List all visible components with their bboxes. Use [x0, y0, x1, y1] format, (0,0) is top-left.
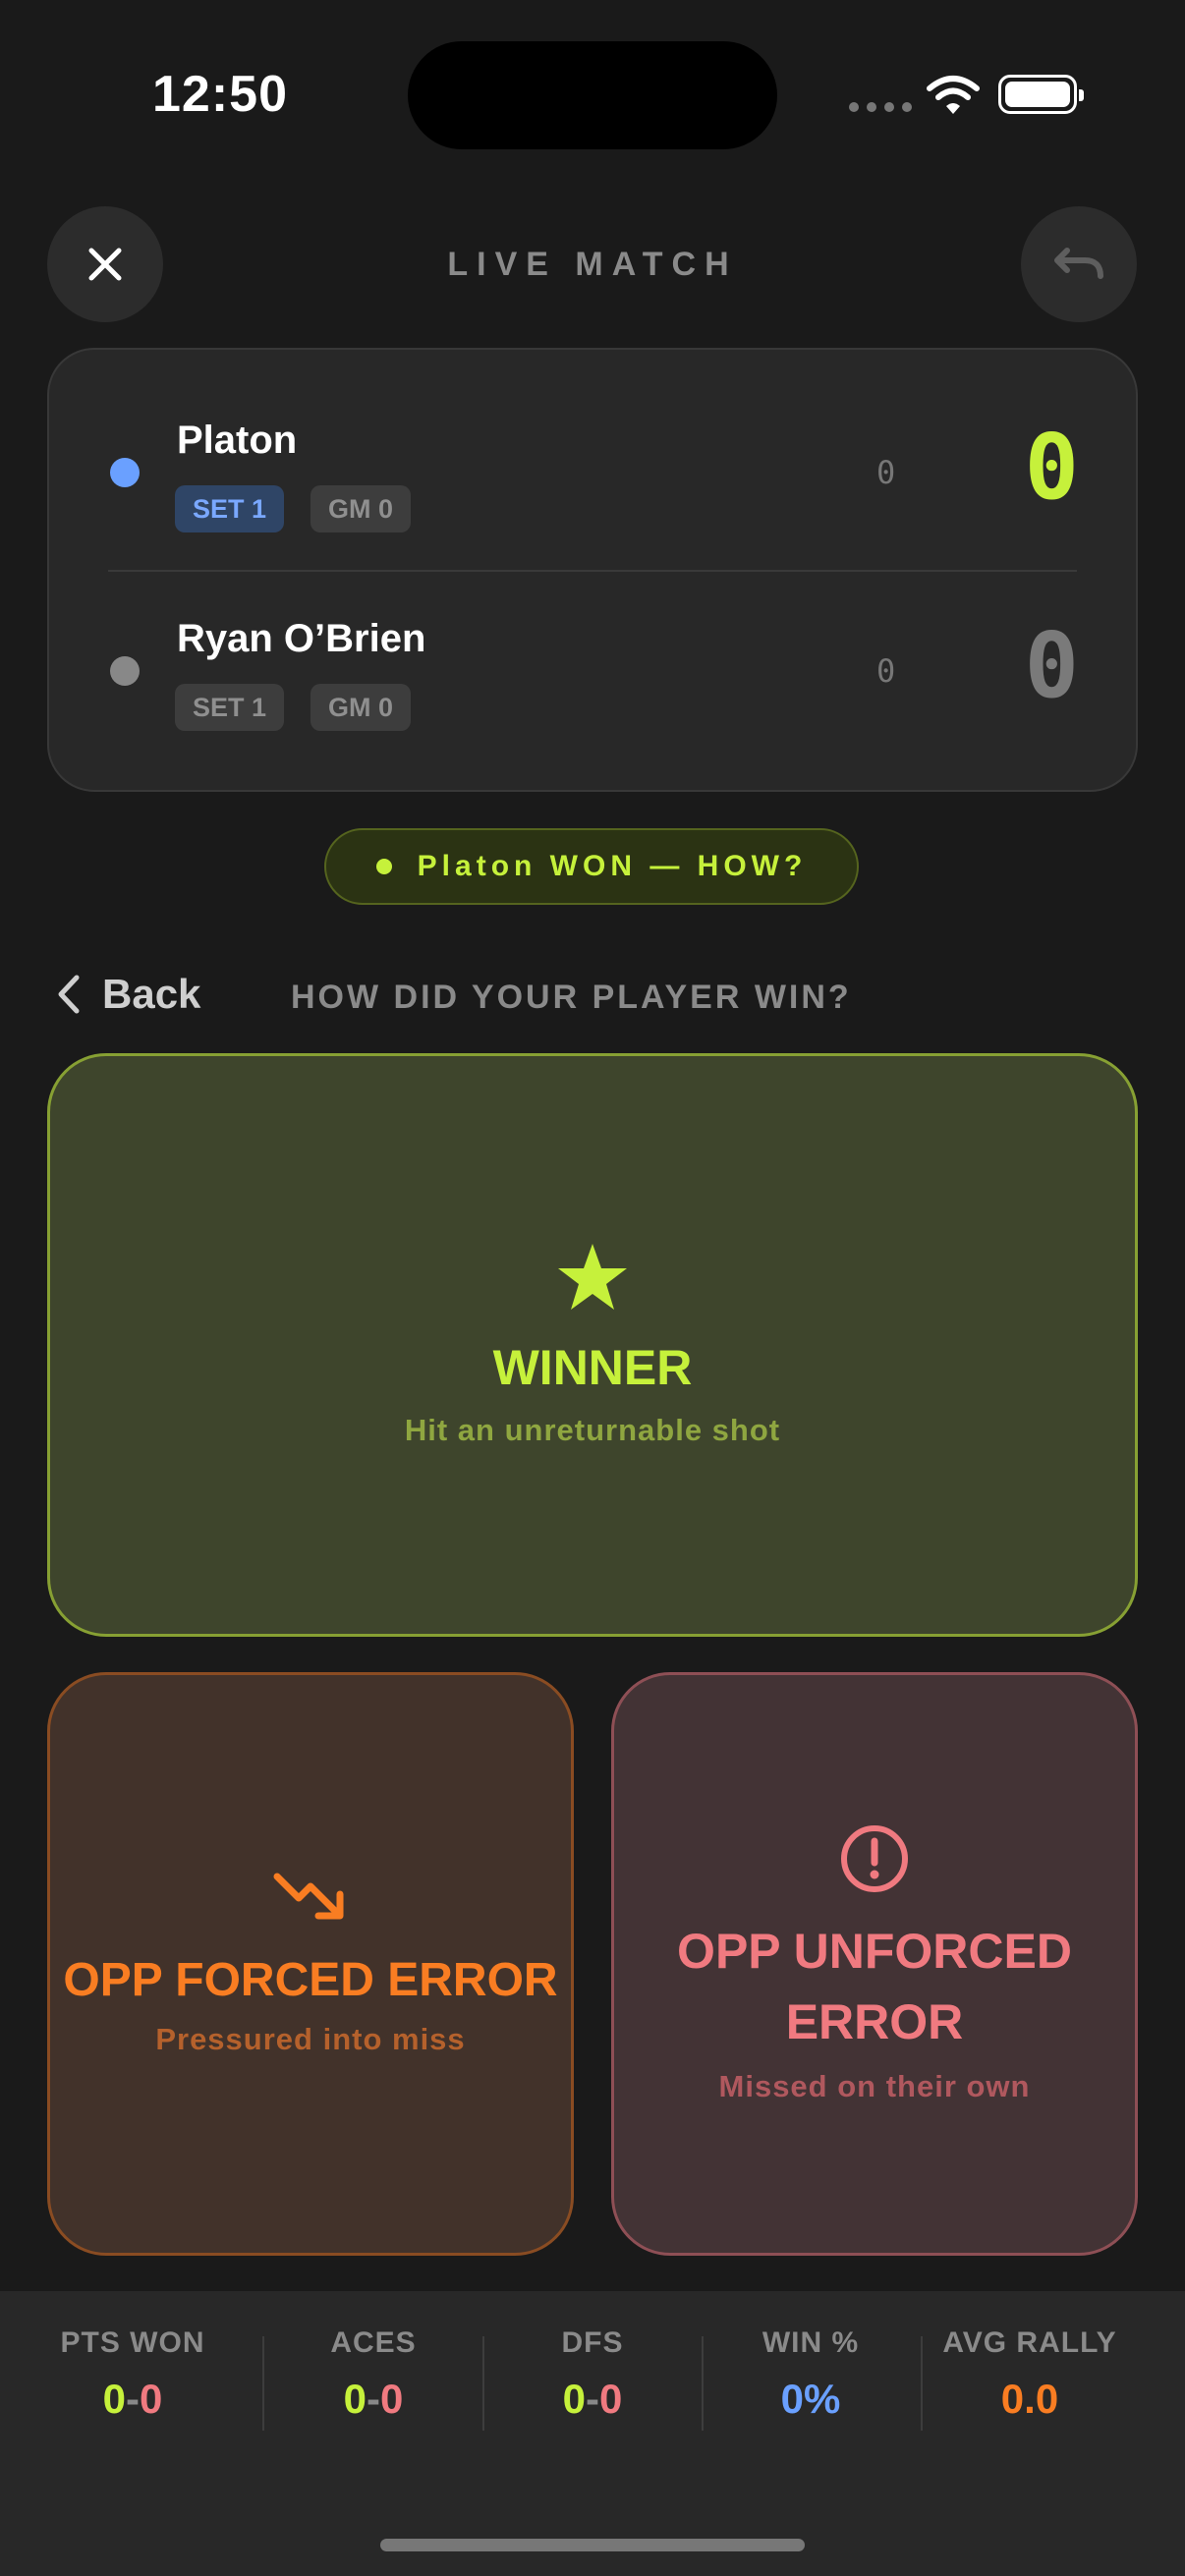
scoreboard: Platon SET 1 GM 0 0 0 Ryan O’Brien SET 1… [47, 348, 1138, 792]
winner-option-card[interactable]: WINNER Hit an unreturnable shot [47, 1053, 1138, 1637]
stat-value-sep: - [367, 2376, 380, 2422]
status-time: 12:50 [152, 66, 288, 123]
option-title-line: ERROR [785, 1994, 964, 2049]
stat-value-a: 0 [562, 2376, 586, 2422]
alert-circle-icon [841, 1825, 908, 1892]
stat-value-a: 0 [343, 2376, 367, 2422]
games-score: 0 [876, 454, 896, 491]
undo-icon [1054, 248, 1103, 279]
stat-win-pct: WIN % 0% [703, 2326, 919, 2423]
stat-avg-rally: AVG RALLY 0.0 [922, 2326, 1138, 2423]
serve-indicator [110, 656, 140, 686]
points-score: 0 [1024, 613, 1079, 718]
stat-value-b: 0 [599, 2376, 623, 2422]
stat-value: 0.0 [1000, 2376, 1059, 2422]
option-subtitle: Missed on their own [718, 2069, 1031, 2103]
option-title: OPP FORCED ERROR [63, 1954, 558, 2006]
stat-value: 0-0 [484, 2376, 701, 2423]
back-label: Back [102, 971, 201, 1017]
stat-divider [262, 2336, 264, 2431]
stat-value: 0-0 [265, 2376, 481, 2423]
battery-icon [998, 75, 1084, 114]
home-indicator[interactable] [380, 2539, 805, 2551]
option-title: OPP UNFORCED ERROR [677, 1916, 1072, 2057]
match-stats-bar: PTS WON 0-0 ACES 0-0 DFS 0-0 WIN % 0% AV… [0, 2291, 1185, 2576]
option-title-line: OPP UNFORCED [677, 1924, 1072, 1979]
option-title: WINNER [492, 1340, 693, 1395]
option-subtitle: Hit an unreturnable shot [404, 1413, 781, 1447]
wifi-icon [927, 76, 980, 114]
stat-value-a: 0 [102, 2376, 126, 2422]
player-row-2: Ryan O’Brien SET 1 GM 0 0 0 [49, 546, 1136, 743]
stat-value-sep: - [586, 2376, 599, 2422]
point-winner-pill: Platon WON — HOW? [324, 828, 859, 905]
stat-label: PTS WON [60, 2326, 205, 2359]
star-icon [558, 1244, 627, 1310]
status-dot [375, 859, 392, 874]
stat-label: ACES [330, 2326, 417, 2359]
game-badge: GM 0 [310, 485, 412, 532]
serve-indicator [110, 458, 140, 487]
trend-down-icon [273, 1873, 344, 1920]
points-score: 0 [1024, 415, 1079, 520]
player-name: Ryan O’Brien [177, 617, 426, 660]
stat-value-b: 0 [380, 2376, 404, 2422]
stat-label: WIN % [762, 2326, 860, 2359]
question-heading: HOW DID YOUR PLAYER WIN? [291, 979, 852, 1016]
option-subtitle: Pressured into miss [155, 2022, 466, 2056]
games-score: 0 [876, 652, 896, 690]
opp-forced-error-option-card[interactable]: OPP FORCED ERROR Pressured into miss [47, 1672, 574, 2256]
stat-aces: ACES 0-0 [265, 2326, 481, 2423]
back-button[interactable]: Back [55, 971, 200, 1018]
undo-button[interactable] [1021, 206, 1137, 322]
player-row-1: Platon SET 1 GM 0 0 0 [49, 350, 1136, 546]
game-badge: GM 0 [310, 684, 412, 731]
stat-value-b: 0 [140, 2376, 163, 2422]
chevron-left-icon [58, 975, 80, 1014]
stat-pts-won: PTS WON 0-0 [25, 2326, 241, 2423]
opp-unforced-error-option-card[interactable]: OPP UNFORCED ERROR Missed on their own [611, 1672, 1138, 2256]
stat-value-sep: - [126, 2376, 140, 2422]
stat-value: 0% [780, 2376, 841, 2422]
player-name: Platon [177, 419, 298, 462]
page-title: LIVE MATCH [447, 246, 738, 283]
stat-value: 0-0 [25, 2376, 241, 2423]
stat-label: DFS [561, 2326, 624, 2359]
stat-label: AVG RALLY [942, 2326, 1117, 2359]
set-badge: SET 1 [175, 485, 285, 532]
cellular-signal-icon [849, 102, 912, 112]
dynamic-island [408, 41, 777, 149]
stat-dfs: DFS 0-0 [484, 2326, 701, 2423]
point-winner-text: Platon WON — HOW? [417, 850, 808, 882]
set-badge: SET 1 [175, 684, 285, 731]
